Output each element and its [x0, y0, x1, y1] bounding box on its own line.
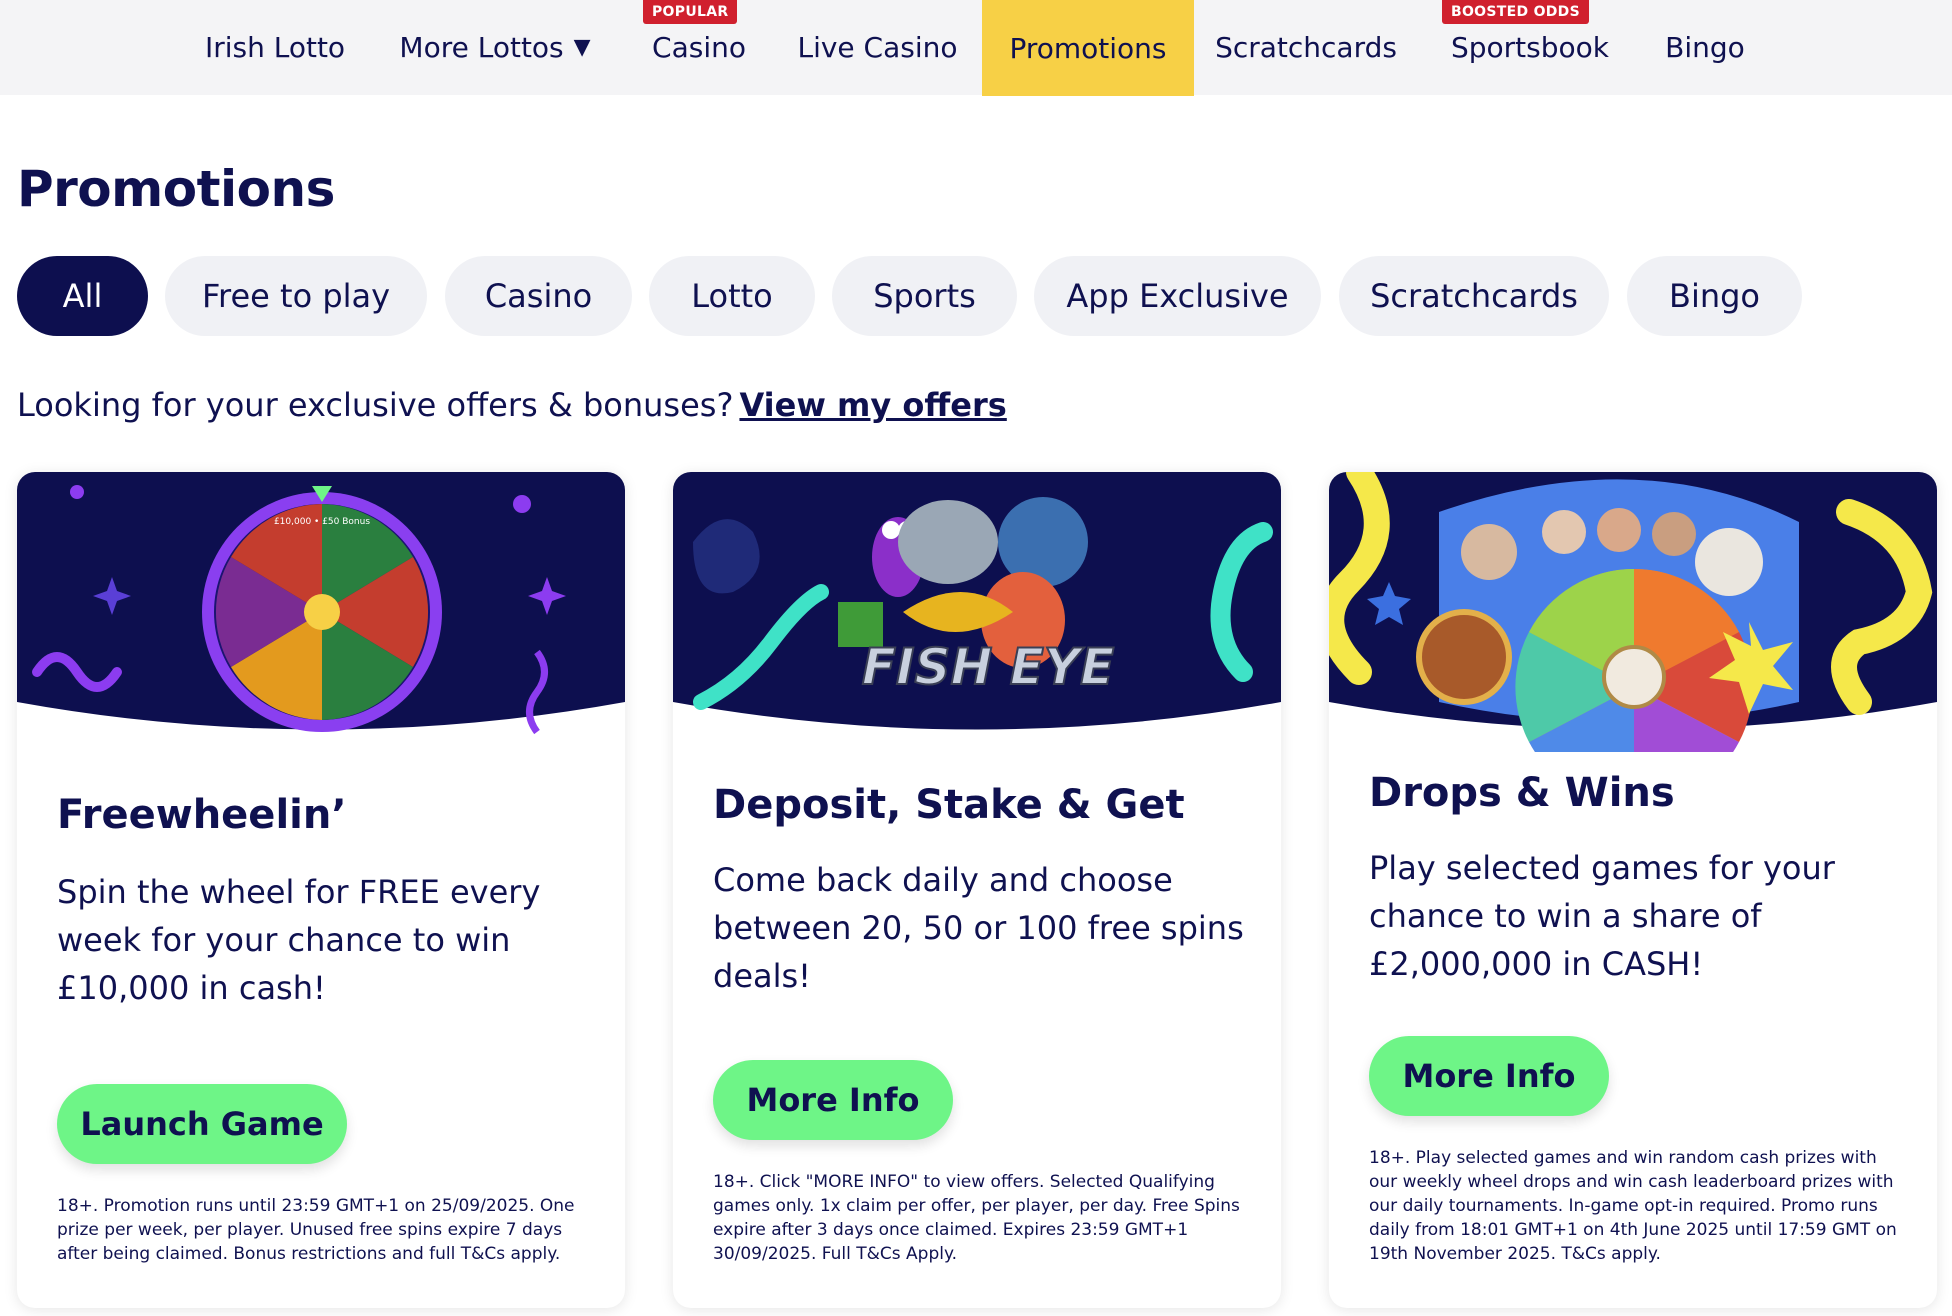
filter-scratchcards[interactable]: Scratchcards: [1339, 256, 1609, 336]
filter-all[interactable]: All: [17, 256, 148, 336]
promo-card-freewheelin: £10,000 • £50 Bonus Freewheelin’ Spin th…: [17, 472, 625, 1308]
fish-eye-banner-image: FISH EYE: [673, 472, 1281, 730]
wheel-prize-text: £10,000 • £50 Bonus: [274, 517, 370, 527]
exclusive-offers-prompt: Looking for your exclusive offers & bonu…: [17, 386, 1007, 424]
offers-prompt-text: Looking for your exclusive offers & bonu…: [17, 386, 734, 424]
popular-badge: POPULAR: [643, 0, 738, 24]
page-title: Promotions: [17, 160, 335, 218]
boosted-odds-badge: BOOSTED ODDS: [1442, 0, 1589, 24]
filter-free-to-play[interactable]: Free to play: [165, 256, 427, 336]
nav-label: Casino: [652, 31, 746, 64]
nav-promotions[interactable]: Promotions: [982, 0, 1194, 96]
caret-down-icon: ▼: [573, 35, 591, 60]
card-description: Come back daily and choose between 20, 5…: [713, 861, 1244, 995]
top-navigation: Irish Lotto More Lottos ▼ Casino POPULAR…: [0, 0, 1952, 96]
filter-lotto[interactable]: Lotto: [649, 256, 815, 336]
card-terms: 18+. Promotion runs until 23:59 GMT+1 on…: [57, 1196, 575, 1264]
nav-live-casino[interactable]: Live Casino: [795, 0, 960, 95]
promo-card-drops-wins: Drops & Wins Play selected games for you…: [1329, 472, 1937, 1308]
view-my-offers-link[interactable]: View my offers: [739, 386, 1006, 424]
nav-label: Live Casino: [797, 31, 958, 64]
nav-irish-lotto[interactable]: Irish Lotto: [200, 0, 350, 95]
card-terms: 18+. Play selected games and win random …: [1369, 1148, 1897, 1264]
card-title: Deposit, Stake & Get: [713, 782, 1185, 828]
filter-casino[interactable]: Casino: [445, 256, 632, 336]
filter-bingo[interactable]: Bingo: [1627, 256, 1802, 336]
filter-app-exclusive[interactable]: App Exclusive: [1034, 256, 1321, 336]
card-description: Play selected games for your chance to w…: [1369, 849, 1835, 983]
fish-eye-logo-text: FISH EYE: [862, 638, 1115, 696]
nav-more-lottos[interactable]: More Lottos ▼: [395, 0, 595, 95]
freewheelin-banner-image: £10,000 • £50 Bonus: [17, 472, 625, 735]
nav-label: Promotions: [1009, 31, 1167, 65]
card-terms: 18+. Click "MORE INFO" to view offers. S…: [713, 1172, 1240, 1264]
filter-sports[interactable]: Sports: [832, 256, 1017, 336]
drops-wins-banner-image: [1329, 472, 1937, 752]
nav-label: Bingo: [1665, 31, 1745, 64]
more-info-button[interactable]: More Info: [1369, 1036, 1609, 1116]
nav-bingo[interactable]: Bingo: [1660, 0, 1750, 95]
launch-game-button[interactable]: Launch Game: [57, 1084, 347, 1164]
nav-label: Sportsbook: [1450, 31, 1609, 64]
card-description: Spin the wheel for FREE every week for y…: [57, 873, 541, 1007]
nav-label: Scratchcards: [1215, 31, 1397, 64]
nav-label: Irish Lotto: [204, 31, 346, 64]
card-title: Drops & Wins: [1369, 770, 1675, 816]
promo-card-deposit-stake-get: FISH EYE Deposit, Stake & Get Come back …: [673, 472, 1281, 1308]
more-info-button[interactable]: More Info: [713, 1060, 953, 1140]
nav-scratchcards[interactable]: Scratchcards: [1215, 0, 1397, 95]
card-title: Freewheelin’: [57, 792, 347, 838]
nav-label: More Lottos: [399, 31, 564, 64]
